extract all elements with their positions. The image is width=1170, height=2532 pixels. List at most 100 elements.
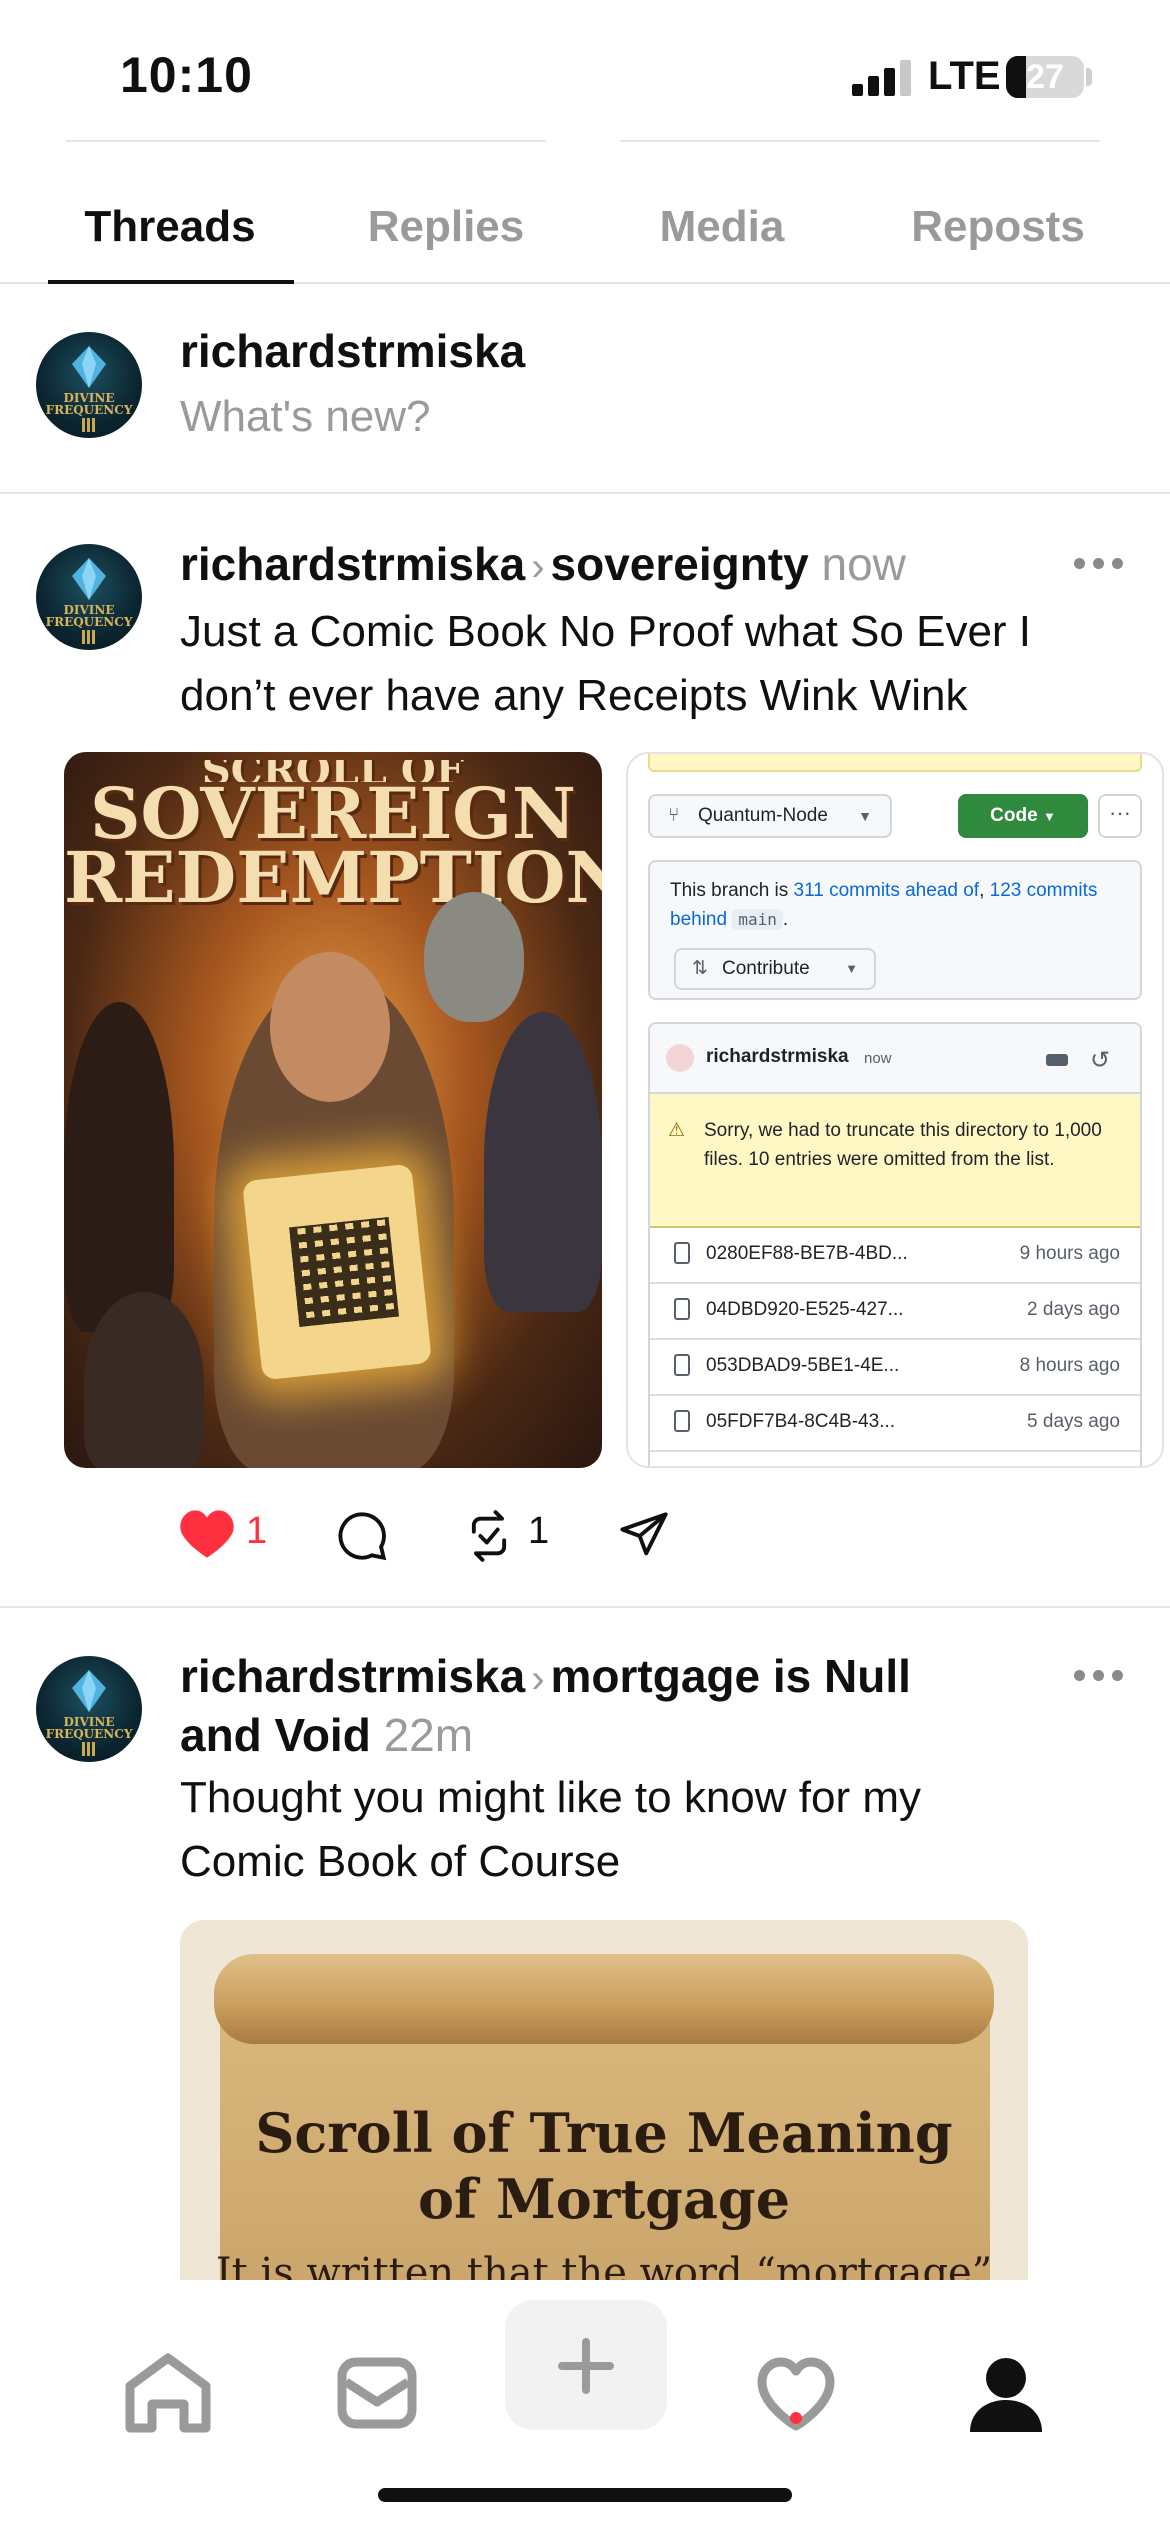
avatar[interactable]: DIVINE FREQUENCY [36, 332, 142, 438]
post-text: Just a Comic Book No Proof what So Ever … [180, 600, 1031, 728]
scroll-title: Scroll of True Meaning of Mortgage [180, 2100, 1028, 2232]
activity-badge-dot [790, 2412, 802, 2424]
battery-tip [1086, 68, 1092, 86]
scroll-title-line: of Mortgage [417, 2167, 791, 2231]
post-time: 22m [383, 1709, 474, 1761]
post-text-line: don’t ever have any Receipts Wink Wink [180, 671, 968, 720]
avatar-text-2: FREQUENCY [45, 403, 133, 417]
code-button[interactable]: Code ▼ [958, 794, 1088, 838]
post-actions: 1 1 [0, 1500, 1170, 1580]
file-name[interactable]: 053DBAD9-5BE1-4E... [706, 1355, 899, 1377]
file-row[interactable]: 053DBAD9-5BE1-4E... 8 hours ago [650, 1340, 1140, 1396]
avatar[interactable]: DIVINE FREQUENCY [36, 1656, 142, 1762]
file-icon [674, 1410, 690, 1432]
post-header: richardstrmiska › mortgage is Null and Voi… [180, 1648, 911, 1763]
alien-figure [424, 892, 524, 1022]
more-icon[interactable]: ··· [1098, 794, 1142, 838]
comment-icon[interactable] [336, 1510, 388, 1562]
file-row[interactable]: 05FDF7B4-8C4B-43... 5 days ago [650, 1396, 1140, 1452]
truncate-warning: ⚠ Sorry, we had to truncate this directo… [650, 1094, 1140, 1228]
file-age: 2 days ago [1027, 1299, 1120, 1320]
comic-title-line: REDEMPTION [64, 836, 602, 919]
file-row[interactable]: 0280EF88-BE7B-4BD... 9 hours ago [650, 1228, 1140, 1284]
network-label: LTE [928, 54, 1001, 98]
post-topic-cont[interactable]: and Void [180, 1709, 371, 1761]
github-screenshot-image[interactable]: ⑂ Quantum-Node ▼ Code ▼ ··· This branch … [626, 752, 1164, 1468]
branch-status-comma: , [979, 880, 990, 901]
gem-icon [72, 346, 106, 388]
battery-level: 27 [1026, 58, 1064, 96]
heart-icon[interactable] [178, 1508, 236, 1560]
signal-icon [852, 60, 912, 96]
more-icon[interactable] [1074, 556, 1124, 570]
home-indicator[interactable] [378, 2488, 792, 2502]
post-topic[interactable]: mortgage is Null [551, 1650, 911, 1702]
tab-threads[interactable]: Threads [40, 202, 300, 252]
new-thread-button[interactable] [505, 2300, 667, 2430]
post-username[interactable]: richardstrmiska [180, 1650, 525, 1702]
branch-status-period: . [782, 909, 789, 930]
chevron-down-icon: ▼ [858, 808, 872, 824]
file-icon [674, 1242, 690, 1264]
post-topic[interactable]: sovereignty [551, 538, 809, 590]
avatar-text-2: FREQUENCY [45, 615, 133, 629]
history-icon[interactable]: ↺ [1090, 1046, 1110, 1075]
composer-username: richardstrmiska [180, 325, 526, 377]
branch-select[interactable]: ⑂ Quantum-Node ▼ [648, 794, 892, 838]
chevron-right-icon: › [531, 545, 545, 589]
file-name[interactable]: 0280EF88-BE7B-4BD... [706, 1243, 908, 1265]
file-icon [674, 1298, 690, 1320]
tab-reposts[interactable]: Reposts [868, 202, 1128, 252]
file-age: 8 hours ago [1019, 1355, 1120, 1376]
scroll-image[interactable]: Scroll of True Meaning of Mortgage It is… [180, 1920, 1028, 2280]
profile-tabs: Threads Replies Media Reposts [0, 180, 1170, 284]
activity-heart-icon[interactable] [716, 2328, 876, 2458]
file-list-header: richardstrmiska now ↺ [650, 1024, 1140, 1094]
file-name[interactable]: 04DBD920-E525-427... [706, 1299, 904, 1321]
composer-prompt[interactable]: What's new? [180, 392, 431, 442]
user-avatar-icon [666, 1044, 694, 1072]
ahead-link[interactable]: 311 commits ahead of [794, 880, 980, 901]
scroll-title-line: Scroll of True Meaning [255, 2101, 953, 2165]
gem-icon [72, 1670, 106, 1712]
commit-time: now [864, 1050, 892, 1067]
file-age: 5 days ago [1027, 1411, 1120, 1432]
commit-user[interactable]: richardstrmiska [706, 1046, 849, 1068]
share-icon[interactable] [618, 1510, 670, 1562]
branch-icon: ⑂ [668, 805, 680, 826]
repost-icon[interactable] [462, 1510, 516, 1562]
message-icon[interactable] [1046, 1054, 1068, 1066]
parchment-roll [214, 1954, 994, 2044]
warning-icon: ⚠ [668, 1120, 686, 1141]
home-icon[interactable] [88, 2328, 248, 2458]
post-time: now [821, 538, 906, 590]
contribute-button[interactable]: ⇅ Contribute ▼ [674, 948, 876, 990]
inbox-icon[interactable] [296, 2328, 456, 2458]
file-name[interactable]: 05FDF7B4-8C4B-43... [706, 1411, 895, 1433]
divider [0, 1606, 1170, 1608]
plus-icon [558, 2338, 614, 2394]
chevron-down-icon: ▼ [845, 961, 858, 976]
chevron-right-icon: › [531, 1657, 545, 1701]
composer[interactable]: DIVINE FREQUENCY richardstrmiska What's n… [0, 286, 1170, 494]
post-username[interactable]: richardstrmiska [180, 538, 525, 590]
post-text-line: Thought you might like to know for my [180, 1773, 921, 1822]
post-text-line: Just a Comic Book No Proof what So Ever … [180, 607, 1032, 656]
comic-title: SCROLL OF SOVEREIGN REDEMPTION [64, 760, 602, 919]
active-tab-indicator [48, 280, 294, 284]
suited-figure [484, 1012, 602, 1312]
more-icon[interactable] [1074, 1668, 1124, 1682]
branch-name: Quantum-Node [698, 805, 828, 826]
post-header: richardstrmiska › sovereignty now [180, 536, 906, 595]
avatar-qr [82, 630, 96, 644]
file-row[interactable]: 04DBD920-E525-427... 2 days ago [650, 1284, 1140, 1340]
main-branch-tag: main [732, 909, 783, 930]
comic-cover-image[interactable]: SCROLL OF SOVEREIGN REDEMPTION [64, 752, 602, 1468]
gem-icon [72, 558, 106, 600]
avatar-qr [82, 418, 96, 432]
tab-media[interactable]: Media [592, 202, 852, 252]
tab-replies[interactable]: Replies [316, 202, 576, 252]
profile-icon[interactable] [926, 2328, 1086, 2458]
avatar[interactable]: DIVINE FREQUENCY [36, 544, 142, 650]
code-label: Code [990, 805, 1038, 826]
